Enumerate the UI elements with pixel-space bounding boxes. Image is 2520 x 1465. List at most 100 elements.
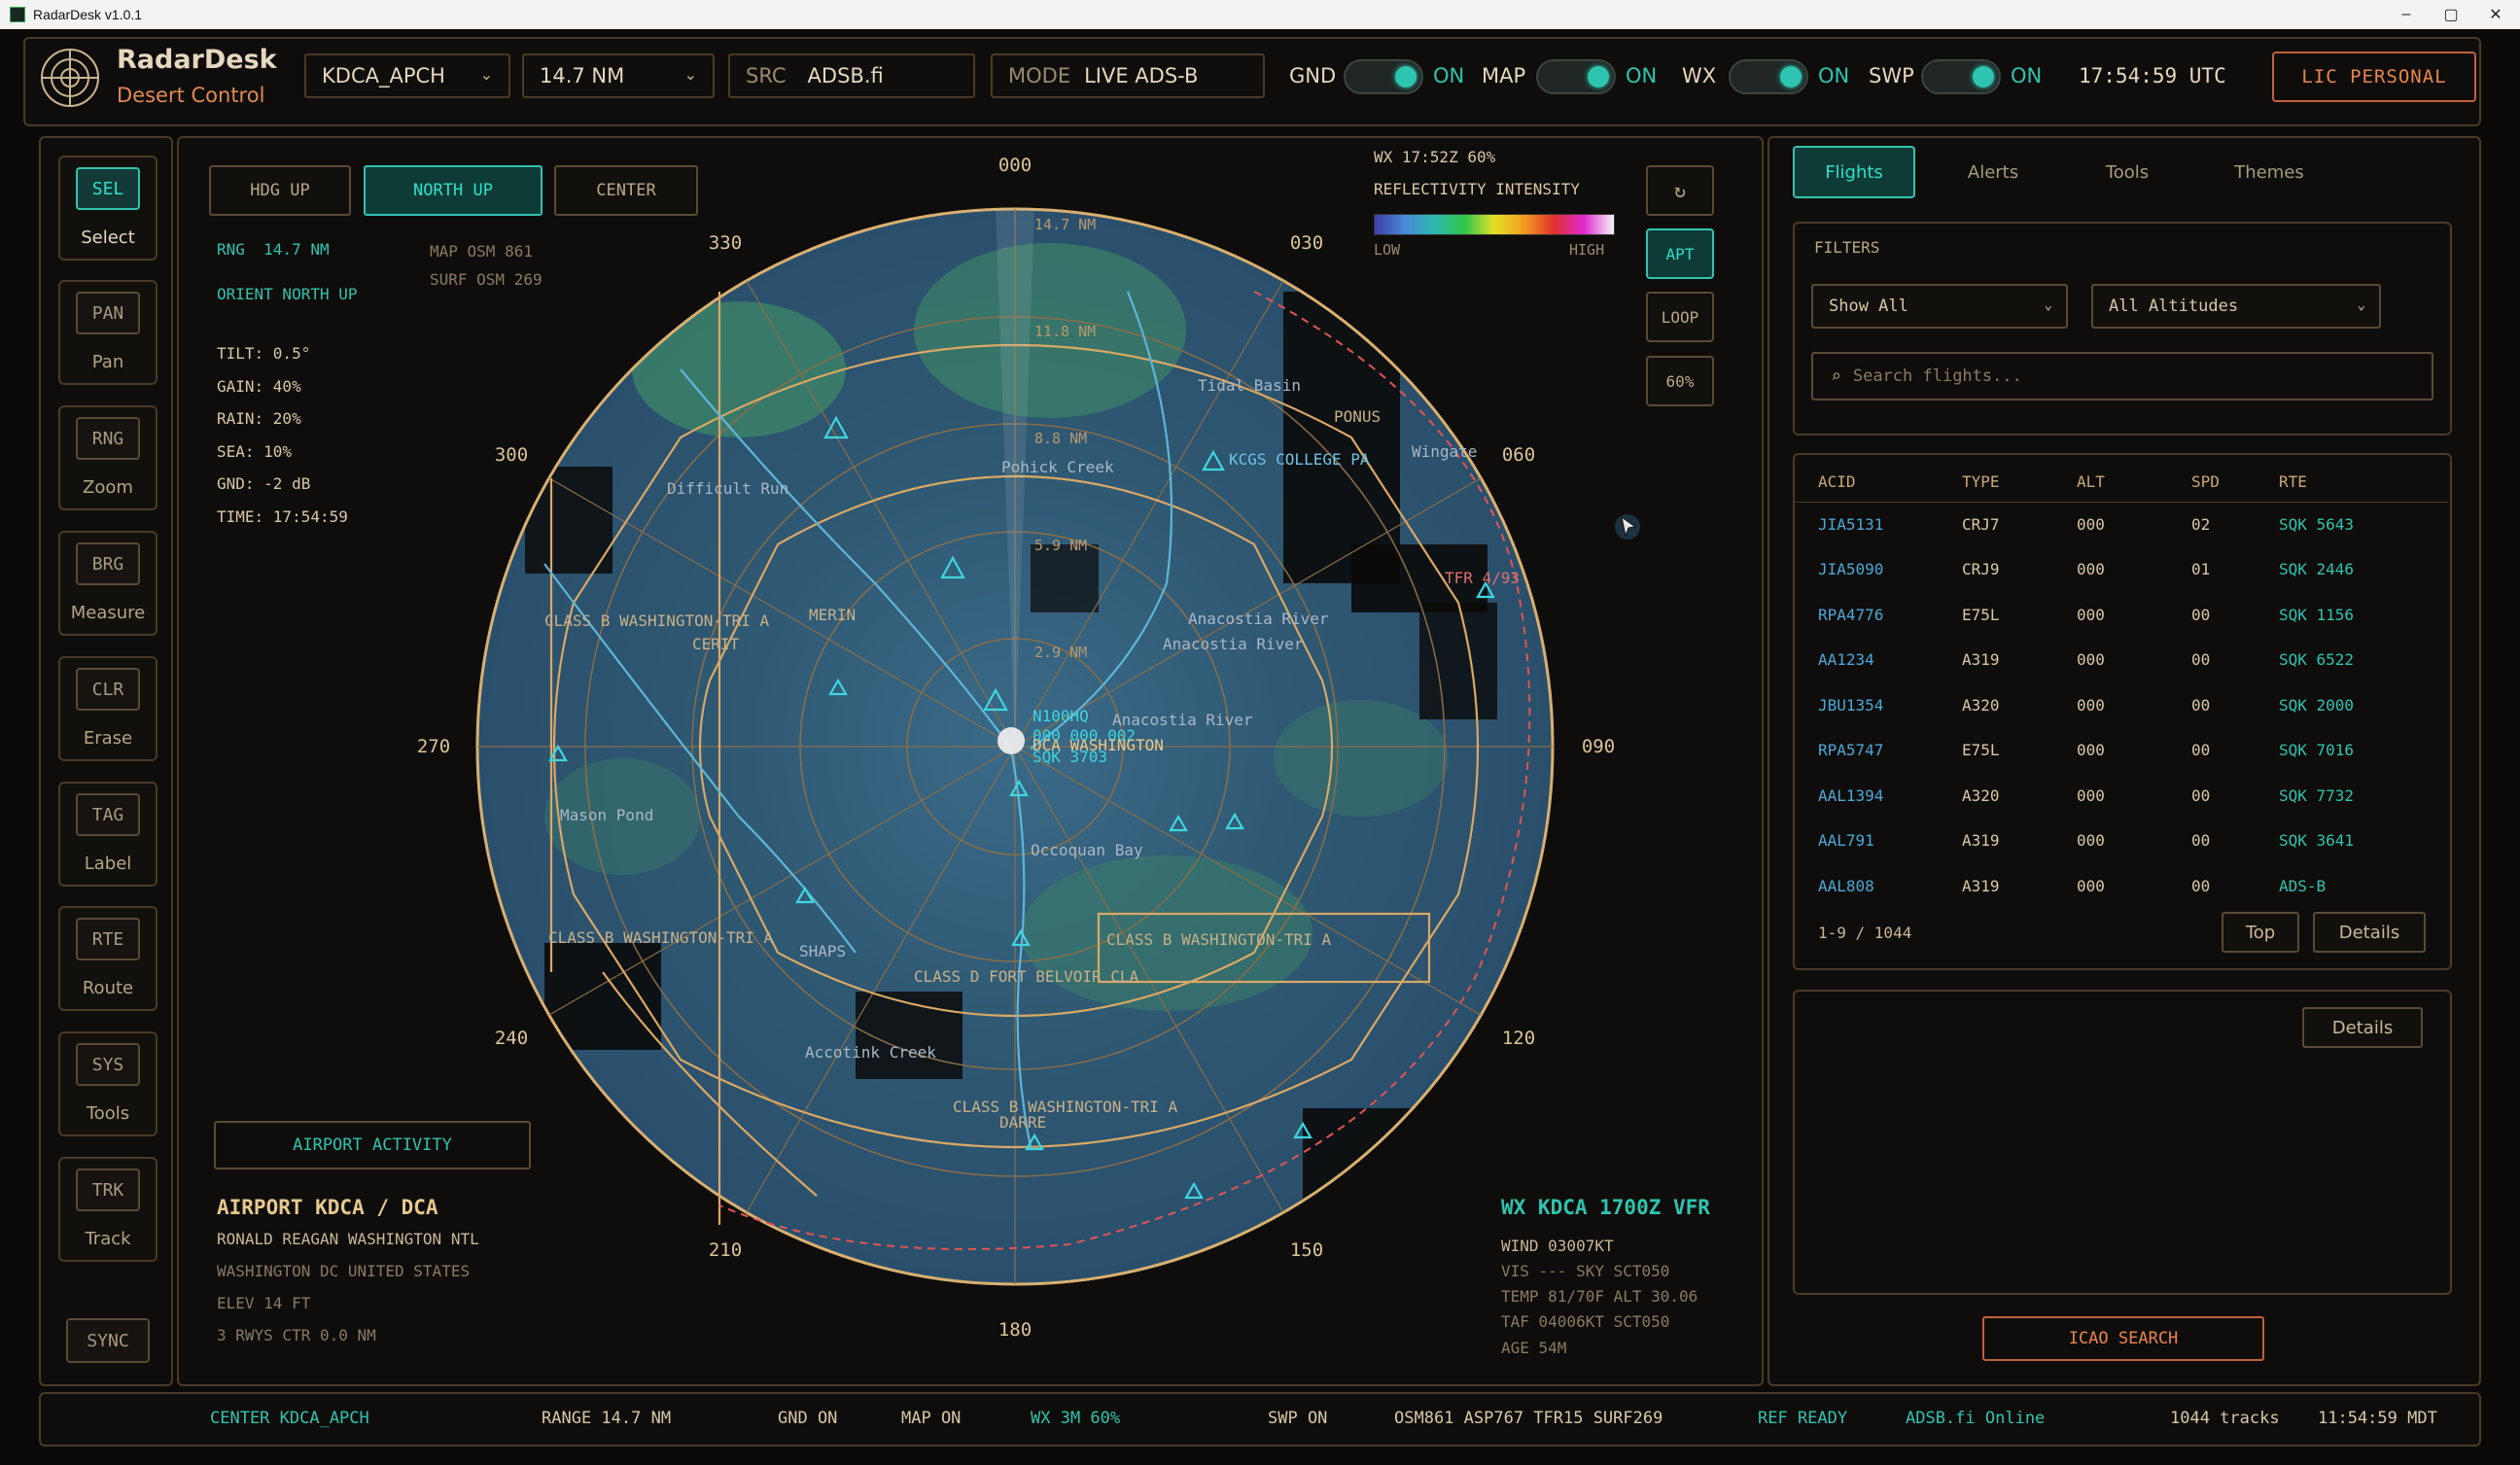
tab-flights[interactable]: Flights <box>1793 146 1915 198</box>
table-row[interactable]: JBU1354 A320 000 00 SQK 2000 <box>1795 684 2448 729</box>
svg-text:300: 300 <box>495 444 528 466</box>
svg-text:N100HQ: N100HQ <box>1032 707 1089 725</box>
tab-tools[interactable]: Tools <box>2071 146 2184 198</box>
svg-text:TFR 4/93: TFR 4/93 <box>1445 569 1520 587</box>
svg-text:210: 210 <box>709 1239 742 1261</box>
status-swp: SWP ON <box>1268 1409 1328 1428</box>
svg-text:2.9 NM: 2.9 NM <box>1034 644 1087 661</box>
svg-text:CLASS B WASHINGTON-TRI A: CLASS B WASHINGTON-TRI A <box>1106 930 1332 949</box>
status-gnd: GND ON <box>778 1409 838 1428</box>
chevron-down-icon: ⌄ <box>2357 297 2365 313</box>
svg-text:SQK 3703: SQK 3703 <box>1032 748 1107 766</box>
details-panel-button[interactable]: Details <box>2302 1007 2423 1048</box>
status-tracks: 1044 tracks <box>2170 1409 2280 1428</box>
svg-text:SHAPS: SHAPS <box>799 942 846 960</box>
svg-text:CLASS B WASHINGTON-TRI A: CLASS B WASHINGTON-TRI A <box>953 1098 1178 1116</box>
status-bar <box>39 1392 2481 1447</box>
svg-text:060: 060 <box>1502 444 1535 466</box>
flight-search-input[interactable] <box>1852 366 2398 386</box>
svg-text:000: 000 <box>998 155 1032 176</box>
svg-text:CLASS B WASHINGTON-TRI A: CLASS B WASHINGTON-TRI A <box>544 611 770 630</box>
svg-text:CERIT: CERIT <box>692 635 740 653</box>
top-button[interactable]: Top <box>2222 912 2299 953</box>
status-layers: OSM861 ASP767 TFR15 SURF269 <box>1394 1409 1663 1428</box>
airport-activity-button[interactable]: AIRPORT ACTIVITY <box>214 1121 531 1169</box>
details-button[interactable]: Details <box>2313 912 2426 953</box>
svg-text:Wingate: Wingate <box>1412 442 1477 461</box>
table-row[interactable]: RPA4776 E75L 000 00 SQK 1156 <box>1795 594 2448 639</box>
svg-text:MERIN: MERIN <box>809 606 856 624</box>
airport-center-marker <box>998 727 1025 754</box>
table-row[interactable]: RPA5747 E75L 000 00 SQK 7016 <box>1795 729 2448 774</box>
status-center: CENTER KDCA_APCH <box>210 1409 369 1428</box>
tab-alerts[interactable]: Alerts <box>1935 146 2051 198</box>
search-icon: ⌕ <box>1831 366 1841 387</box>
column-header-acid[interactable]: ACID <box>1818 472 1856 491</box>
wx-taf: TAF 04006KT SCT050 <box>1501 1312 1670 1331</box>
svg-text:270: 270 <box>417 736 450 757</box>
pagination-readout: 1-9 / 1044 <box>1818 924 1912 942</box>
table-row[interactable]: AAL791 A319 000 00 SQK 3641 <box>1795 820 2448 864</box>
svg-text:8.8 NM: 8.8 NM <box>1034 430 1087 447</box>
table-header-divider <box>1795 502 2448 503</box>
altitude-filter-value: All Altitudes <box>2109 296 2239 316</box>
tab-themes[interactable]: Themes <box>2201 146 2337 198</box>
svg-text:Tidal Basin: Tidal Basin <box>1198 376 1301 395</box>
airport-elevation: ELEV 14 FT <box>217 1294 311 1312</box>
table-row[interactable]: JIA5131 CRJ7 000 02 SQK 5643 <box>1795 504 2448 548</box>
airport-runways: 3 RWYS CTR 0.0 NM <box>217 1326 376 1344</box>
altitude-filter-select[interactable]: All Altitudes ⌄ <box>2091 284 2381 329</box>
svg-text:Occoquan Bay: Occoquan Bay <box>1031 841 1143 859</box>
icao-search-button[interactable]: ICAO SEARCH <box>1982 1316 2264 1361</box>
wx-report-title: WX KDCA 1700Z VFR <box>1501 1196 1710 1219</box>
status-time: 11:54:59 MDT <box>2318 1409 2437 1428</box>
flight-search-box[interactable]: ⌕ <box>1811 352 2433 401</box>
column-header-rte[interactable]: RTE <box>2279 472 2307 491</box>
column-header-alt[interactable]: ALT <box>2077 472 2105 491</box>
svg-text:030: 030 <box>1290 232 1323 254</box>
airport-name: RONALD REAGAN WASHINGTON NTL <box>217 1230 479 1248</box>
svg-text:KCGS COLLEGE PA: KCGS COLLEGE PA <box>1229 450 1370 469</box>
svg-text:Mason Pond: Mason Pond <box>560 806 653 824</box>
table-row[interactable]: AAL1394 A320 000 00 SQK 7732 <box>1795 775 2448 820</box>
mouse-cursor-icon <box>1615 514 1640 540</box>
svg-text:180: 180 <box>998 1319 1032 1341</box>
table-row[interactable]: AAL808 A319 000 00 ADS-B <box>1795 865 2448 910</box>
column-header-type[interactable]: TYPE <box>1962 472 2000 491</box>
wx-visibility: VIS --- SKY SCT050 <box>1501 1262 1670 1280</box>
wx-wind: WIND 03007KT <box>1501 1237 1614 1255</box>
svg-text:150: 150 <box>1290 1239 1323 1261</box>
svg-text:330: 330 <box>709 232 742 254</box>
column-header-spd[interactable]: SPD <box>2191 472 2220 491</box>
svg-text:Anacostia River: Anacostia River <box>1163 635 1304 653</box>
status-ref: REF READY <box>1758 1409 1848 1428</box>
svg-text:DARRE: DARRE <box>999 1113 1046 1132</box>
svg-text:CLASS B WASHINGTON-TRI A: CLASS B WASHINGTON-TRI A <box>548 928 774 947</box>
status-wx: WX 3M 60% <box>1031 1409 1121 1428</box>
svg-text:CLASS D FORT BELVOIR CLA: CLASS D FORT BELVOIR CLA <box>914 967 1139 986</box>
svg-text:14.7 NM: 14.7 NM <box>1034 216 1096 233</box>
airport-title: AIRPORT KDCA / DCA <box>217 1196 438 1219</box>
status-range: RANGE 14.7 NM <box>542 1409 672 1428</box>
svg-text:Pohick Creek: Pohick Creek <box>1001 458 1114 476</box>
wx-temperature: TEMP 81/70F ALT 30.06 <box>1501 1287 1698 1306</box>
svg-text:5.9 NM: 5.9 NM <box>1034 537 1087 554</box>
svg-text:PONUS: PONUS <box>1334 407 1381 426</box>
filters-panel <box>1793 222 2452 436</box>
svg-text:090: 090 <box>1582 736 1615 757</box>
show-filter-value: Show All <box>1829 296 1908 316</box>
chevron-down-icon: ⌄ <box>2044 297 2052 313</box>
svg-text:11.8 NM: 11.8 NM <box>1034 323 1096 340</box>
table-row[interactable]: JIA5090 CRJ9 000 01 SQK 2446 <box>1795 548 2448 593</box>
airport-location: WASHINGTON DC UNITED STATES <box>217 1262 471 1280</box>
svg-text:Anacostia River: Anacostia River <box>1188 610 1329 628</box>
filters-label: FILTERS <box>1814 238 1880 257</box>
svg-text:Difficult Run: Difficult Run <box>667 479 788 498</box>
table-row[interactable]: AA1234 A319 000 00 SQK 6522 <box>1795 639 2448 683</box>
show-filter-select[interactable]: Show All ⌄ <box>1811 284 2068 329</box>
svg-text:240: 240 <box>495 1028 528 1049</box>
status-map: MAP ON <box>901 1409 962 1428</box>
wx-age: AGE 54M <box>1501 1339 1567 1357</box>
svg-text:Accotink Creek: Accotink Creek <box>805 1043 936 1062</box>
svg-text:120: 120 <box>1502 1028 1535 1049</box>
